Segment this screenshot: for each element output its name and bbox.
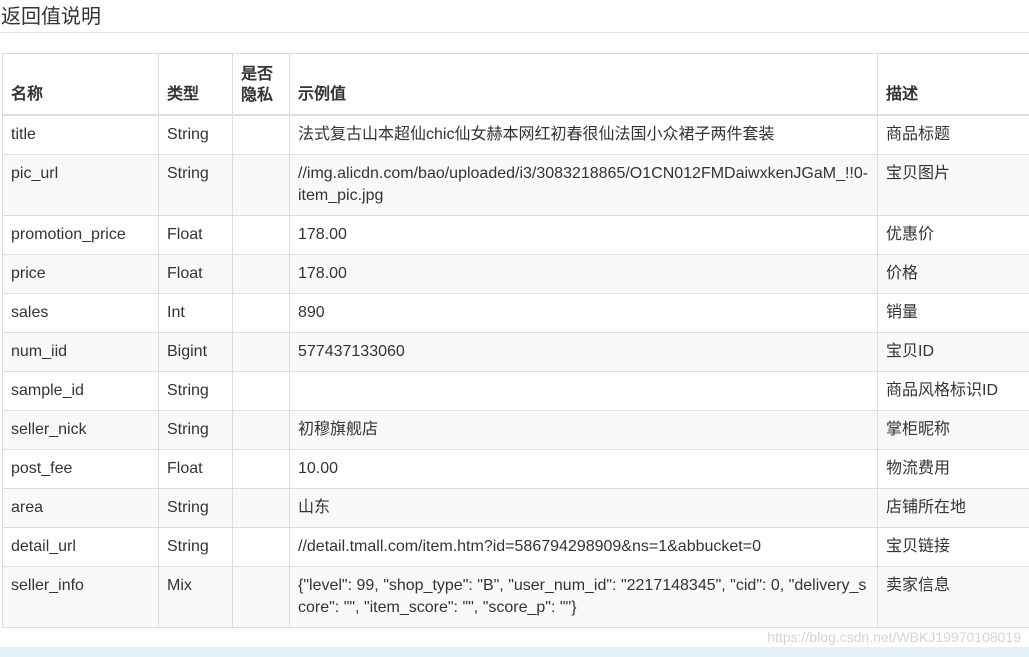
field-privacy — [232, 488, 290, 528]
field-name: title — [2, 114, 159, 155]
field-example — [289, 371, 878, 411]
field-example: 法式复古山本超仙chic仙女赫本网红初春很仙法国小众裙子两件套装 — [289, 114, 878, 155]
field-example: {"level": 99, "shop_type": "B", "user_nu… — [289, 566, 878, 628]
field-privacy — [232, 566, 290, 628]
field-example: 10.00 — [289, 449, 878, 489]
field-privacy — [232, 410, 290, 450]
field-privacy — [232, 332, 290, 372]
header-example: 示例值 — [289, 53, 878, 116]
table-row: promotion_price Float 178.00 优惠价 — [2, 215, 1029, 255]
field-type: Float — [158, 449, 233, 489]
table-row: seller_info Mix {"level": 99, "shop_type":… — [2, 566, 1029, 628]
watermark: https://blog.csdn.net/WBKJ19970108019 — [767, 629, 1021, 645]
table-body: title String 法式复古山本超仙chic仙女赫本网红初春很仙法国小众裙子两… — [2, 114, 1029, 628]
field-description: 店铺所在地 — [877, 488, 1029, 528]
field-type: Int — [158, 293, 233, 333]
field-type: String — [158, 154, 233, 216]
field-example: 初穆旗舰店 — [289, 410, 878, 450]
field-privacy — [232, 254, 290, 294]
field-description: 商品标题 — [877, 114, 1029, 155]
field-privacy — [232, 449, 290, 489]
field-example: //detail.tmall.com/item.htm?id=586794298… — [289, 527, 878, 567]
field-description: 商品风格标识ID — [877, 371, 1029, 411]
field-example: 577437133060 — [289, 332, 878, 372]
field-description: 掌柜昵称 — [877, 410, 1029, 450]
field-description: 宝贝链接 — [877, 527, 1029, 567]
field-name: promotion_price — [2, 215, 159, 255]
field-privacy — [232, 114, 290, 155]
divider — [0, 32, 1029, 33]
field-description: 销量 — [877, 293, 1029, 333]
field-description: 宝贝ID — [877, 332, 1029, 372]
table-row: title String 法式复古山本超仙chic仙女赫本网红初春很仙法国小众裙子两… — [2, 114, 1029, 155]
field-type: Bigint — [158, 332, 233, 372]
field-name: detail_url — [2, 527, 159, 567]
field-privacy — [232, 371, 290, 411]
table-row: detail_url String //detail.tmall.com/item.… — [2, 527, 1029, 567]
field-example: 178.00 — [289, 215, 878, 255]
field-name: num_iid — [2, 332, 159, 372]
field-name: sample_id — [2, 371, 159, 411]
table-header-row: 名称 类型 是否隐私 示例值 描述 — [2, 53, 1029, 116]
field-privacy — [232, 293, 290, 333]
table-row: area String 山东 店铺所在地 — [2, 488, 1029, 528]
field-description: 物流费用 — [877, 449, 1029, 489]
table-row: price Float 178.00 价格 — [2, 254, 1029, 294]
field-type: String — [158, 114, 233, 155]
field-description: 卖家信息 — [877, 566, 1029, 628]
field-type: Float — [158, 215, 233, 255]
table-row: sales Int 890 销量 — [2, 293, 1029, 333]
field-privacy — [232, 527, 290, 567]
table-row: pic_url String //img.alicdn.com/bao/upload… — [2, 154, 1029, 216]
table-row: sample_id String 商品风格标识ID — [2, 371, 1029, 411]
field-name: post_fee — [2, 449, 159, 489]
table-row: num_iid Bigint 577437133060 宝贝ID — [2, 332, 1029, 372]
field-type: String — [158, 371, 233, 411]
field-description: 宝贝图片 — [877, 154, 1029, 216]
header-type: 类型 — [158, 53, 233, 116]
bottom-bar — [0, 647, 1029, 657]
header-name: 名称 — [2, 53, 159, 116]
field-type: String — [158, 410, 233, 450]
field-name: sales — [2, 293, 159, 333]
field-type: Float — [158, 254, 233, 294]
field-privacy — [232, 154, 290, 216]
field-type: Mix — [158, 566, 233, 628]
field-example: 178.00 — [289, 254, 878, 294]
table-row: post_fee Float 10.00 物流费用 — [2, 449, 1029, 489]
table-row: seller_nick String 初穆旗舰店 掌柜昵称 — [2, 410, 1029, 450]
field-name: seller_nick — [2, 410, 159, 450]
field-name: price — [2, 254, 159, 294]
header-privacy: 是否隐私 — [232, 53, 290, 116]
return-values-table: 名称 类型 是否隐私 示例值 描述 title String 法式复古山本超仙chi… — [2, 53, 1029, 628]
field-privacy — [232, 215, 290, 255]
field-name: seller_info — [2, 566, 159, 628]
header-description: 描述 — [877, 53, 1029, 116]
field-example: 890 — [289, 293, 878, 333]
field-type: String — [158, 527, 233, 567]
field-name: pic_url — [2, 154, 159, 216]
field-example: //img.alicdn.com/bao/uploaded/i3/3083218… — [289, 154, 878, 216]
field-description: 优惠价 — [877, 215, 1029, 255]
section-title: 返回值说明 — [1, 6, 101, 28]
field-type: String — [158, 488, 233, 528]
field-name: area — [2, 488, 159, 528]
field-description: 价格 — [877, 254, 1029, 294]
field-example: 山东 — [289, 488, 878, 528]
